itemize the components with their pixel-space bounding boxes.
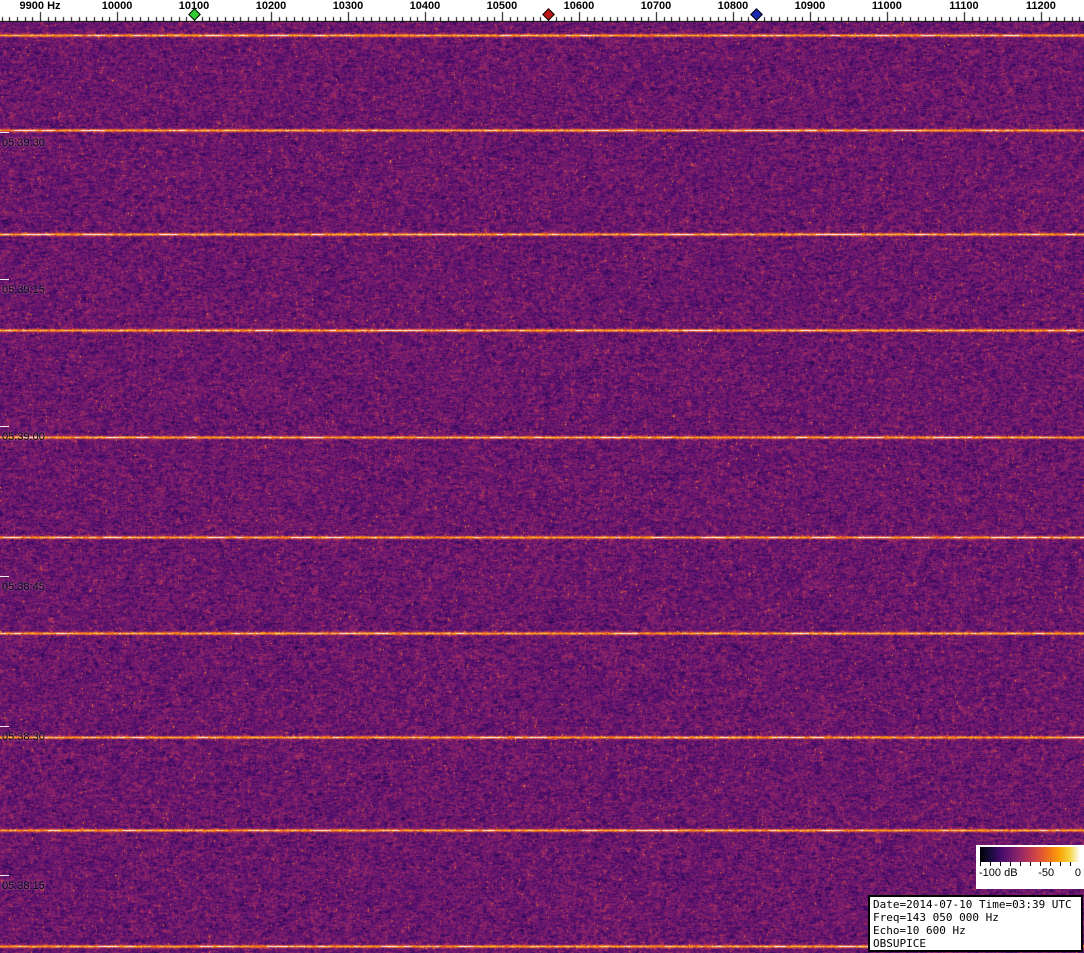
frequency-ruler-ticks xyxy=(0,0,1084,22)
freq-tick-label: 10800 xyxy=(717,0,749,12)
freq-tick-label: 10200 xyxy=(255,0,287,12)
freq-tick-label: 10500 xyxy=(486,0,518,12)
waterfall-spectrogram-canvas[interactable] xyxy=(0,22,1084,953)
freq-tick-label: 10700 xyxy=(640,0,672,12)
legend-labels: -100 dB -50 0 xyxy=(979,867,1081,879)
time-axis-label: 05:39:30 xyxy=(2,137,45,149)
time-axis-label: 05:39:15 xyxy=(2,284,45,296)
time-tick-mark xyxy=(0,426,9,427)
info-date-time: Date=2014-07-10 Time=03:39 UTC xyxy=(873,898,1072,911)
freq-tick-label: 11000 xyxy=(871,0,902,12)
legend-tick-marks xyxy=(980,862,1080,866)
info-station: OBSUPICE xyxy=(873,937,926,950)
freq-tick-label: 10300 xyxy=(332,0,364,12)
spectrum-waterfall-window: 9900 Hz 10000 10100 10200 10300 10400 10500 106… xyxy=(0,0,1084,953)
freq-tick-label: 9900 Hz xyxy=(19,0,61,12)
time-tick-mark xyxy=(0,279,9,280)
legend-max-label: 0 xyxy=(1074,867,1081,879)
color-gradient-bar xyxy=(980,847,1080,862)
frequency-ruler[interactable]: 9900 Hz 10000 10100 10200 10300 10400 10500 106… xyxy=(0,0,1084,22)
freq-tick-label: 10600 xyxy=(563,0,595,12)
freq-tick-label: 11200 xyxy=(1025,0,1056,12)
time-tick-mark xyxy=(0,132,9,133)
time-axis-label: 05:38:45 xyxy=(2,581,45,593)
time-axis-label: 05:38:30 xyxy=(2,731,45,743)
time-tick-mark xyxy=(0,726,9,727)
color-scale-legend: -100 dB -50 0 xyxy=(976,845,1084,889)
time-axis-label: 05:38:15 xyxy=(2,880,45,892)
observation-info-box: Date=2014-07-10 Time=03:39 UTC Freq=143 … xyxy=(868,895,1083,952)
freq-tick-label: 10400 xyxy=(409,0,441,12)
time-tick-mark xyxy=(0,875,9,876)
legend-min-label: -100 dB xyxy=(979,867,1018,879)
legend-mid-label: -50 xyxy=(1038,867,1055,879)
info-echo: Echo=10 600 Hz xyxy=(873,924,966,937)
time-axis-label: 05:39:00 xyxy=(2,431,45,443)
time-tick-mark xyxy=(0,576,9,577)
freq-tick-label: 10000 xyxy=(101,0,133,12)
freq-tick-label: 10900 xyxy=(794,0,826,12)
info-frequency: Freq=143 050 000 Hz xyxy=(873,911,999,924)
freq-tick-label: 11100 xyxy=(949,0,979,12)
